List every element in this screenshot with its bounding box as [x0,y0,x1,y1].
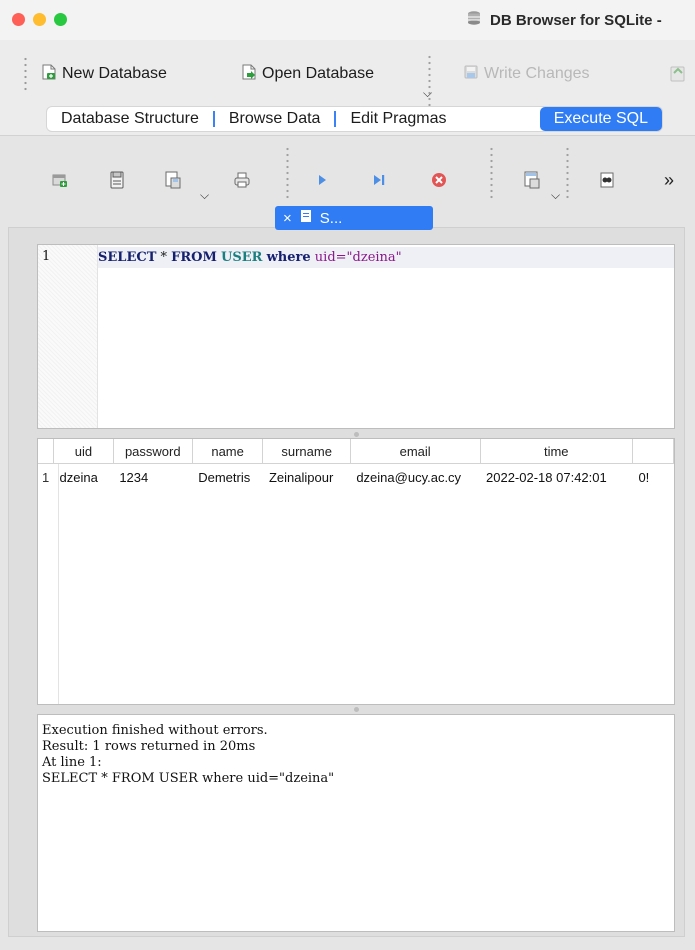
open-database-button[interactable]: Open Database [240,63,374,85]
table-row[interactable]: 1 dzeina 1234 Demetris Zeinalipour dzein… [38,464,674,491]
window-title-area: DB Browser for SQLite - [466,9,662,31]
save-sql-file-icon[interactable] [158,160,188,200]
sql-identifier: ="dzeina" [335,250,402,265]
editor-results-splitter[interactable] [354,432,359,437]
tab-browse-data[interactable]: Browse Data [215,107,335,131]
line-number-gutter [38,245,98,428]
save-sql-dropdown-chevron-icon[interactable]: ⌵ [200,188,209,203]
window-title: DB Browser for SQLite - [490,11,662,29]
results-table: uid password name surname email time 1 d… [38,439,674,490]
save-results-dropdown-chevron-icon[interactable]: ⌵ [551,188,560,203]
results-messages-splitter[interactable] [354,707,359,712]
sql-keyword: SELECT [98,250,157,265]
revert-changes-icon[interactable] [668,64,688,89]
database-icon [466,10,482,31]
stop-execution-icon[interactable] [424,160,454,200]
open-tab-icon[interactable] [45,160,75,200]
execute-current-line-icon[interactable] [365,160,395,200]
write-changes-icon [462,63,480,86]
results-grid[interactable]: uid password name surname email time 1 d… [37,438,675,705]
new-database-icon [40,63,58,86]
row-number-column [38,464,59,704]
table-cell[interactable]: 0! [632,464,673,491]
column-header[interactable]: password [113,439,193,464]
sql-keyword: where [266,250,311,265]
new-database-button[interactable]: New Database [40,63,167,85]
write-changes-label: Write Changes [484,65,590,82]
execute-all-icon[interactable] [307,160,337,200]
column-header[interactable]: email [350,439,481,464]
sql-keyword: FROM [171,250,217,265]
close-tab-icon[interactable]: × [283,210,292,227]
table-cell[interactable]: 1234 [113,464,192,491]
tab-execute-sql[interactable]: Execute SQL [539,107,662,131]
open-database-label: Open Database [262,65,375,82]
close-window-button[interactable] [12,13,25,26]
column-header[interactable]: name [192,439,264,464]
table-cell[interactable]: 2022-02-18 07:42:01 [480,464,632,491]
sql-file-icon [300,209,312,227]
toolbar-separator [490,146,493,200]
minimize-window-button[interactable] [33,13,46,26]
sql-editor-tab[interactable]: × S... [275,206,433,230]
find-icon[interactable] [592,160,622,200]
sql-editor[interactable]: 1 SELECT * FROM USER where uid="dzeina" [37,244,675,429]
table-cell[interactable]: Zeinalipour [263,464,350,491]
tab-database-structure[interactable]: Database Structure [47,107,213,131]
new-database-label: New Database [62,65,167,82]
zoom-window-button[interactable] [54,13,67,26]
sql-identifier: uid [314,250,336,265]
open-sql-file-icon[interactable] [102,160,132,200]
column-header[interactable] [632,439,674,464]
tab-edit-pragmas[interactable]: Edit Pragmas [336,107,460,131]
column-header[interactable]: uid [53,439,114,464]
message-line: At line 1: [42,755,102,770]
message-line: Execution finished without errors. [42,723,268,738]
save-results-icon[interactable] [517,160,547,200]
table-cell[interactable]: dzeina@ucy.ac.cy [350,464,480,491]
sql-table-name: USER [221,250,263,265]
corner-header[interactable] [38,439,54,464]
open-database-icon [240,63,258,86]
print-icon[interactable] [227,160,257,200]
sql-editor-tab-label: S... [319,209,343,227]
write-changes-button[interactable]: Write Changes [462,63,590,85]
toolbar-grip[interactable] [24,56,27,92]
message-line: SELECT * FROM USER where uid="dzeina" [42,771,335,786]
main-tab-bar: Database Structure Browse Data Edit Prag… [47,107,662,131]
toolbar-separator [428,54,431,106]
sql-code-line[interactable]: SELECT * FROM USER where uid="dzeina" [98,250,402,265]
results-header-row: uid password name surname email time [38,439,674,464]
message-line: Result: 1 rows returned in 20ms [42,739,256,754]
more-icon[interactable]: » [654,160,684,200]
toolbar-separator [566,146,569,200]
line-number: 1 [42,249,51,264]
table-cell[interactable]: Demetris [192,464,263,491]
column-header[interactable]: surname [262,439,351,464]
toolbar-separator [286,146,289,200]
table-cell[interactable]: dzeina [54,464,114,491]
sql-text: * [156,250,172,265]
column-header[interactable]: time [480,439,633,464]
execution-messages-pane[interactable]: Execution finished without errors. Resul… [37,714,675,932]
